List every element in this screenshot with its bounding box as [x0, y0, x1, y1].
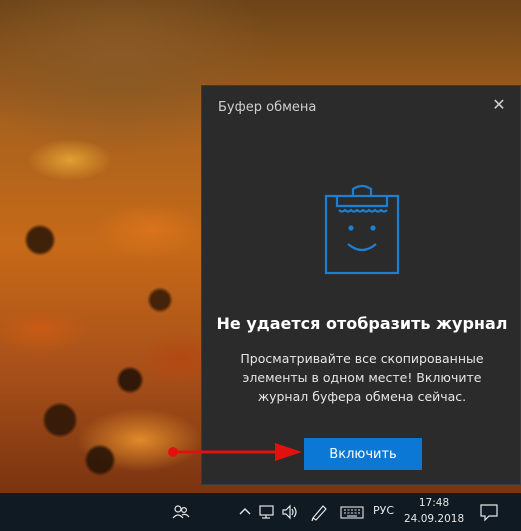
clipboard-smile-icon — [324, 184, 400, 275]
keyboard-icon[interactable] — [340, 502, 364, 522]
network-icon[interactable] — [258, 502, 276, 522]
pen-icon[interactable] — [309, 502, 329, 522]
action-center-icon[interactable] — [478, 502, 500, 522]
clock-date: 24.09.2018 — [404, 513, 465, 525]
people-icon[interactable] — [172, 502, 190, 522]
clock-time: 17:48 — [418, 497, 450, 509]
red-annotation-arrow — [168, 443, 302, 461]
taskbar-clock[interactable]: 17:48 24.09.2018 — [404, 495, 464, 527]
empty-state-description: Просматривайте все скопированные элемент… — [240, 351, 484, 404]
speaker-icon[interactable] — [281, 502, 299, 522]
close-button[interactable]: ✕ — [488, 94, 510, 116]
chevron-up-icon[interactable] — [238, 502, 252, 522]
taskbar: РУС 17:48 24.09.2018 — [0, 493, 521, 531]
panel-title: Буфер обмена — [218, 100, 317, 115]
enable-history-button[interactable]: Включить — [304, 438, 422, 470]
clipboard-panel: Буфер обмена ✕ Не удается отобразить жур… — [201, 85, 521, 485]
empty-state-heading: Не удается отобразить журнал — [216, 314, 508, 333]
input-language[interactable]: РУС — [373, 504, 394, 517]
